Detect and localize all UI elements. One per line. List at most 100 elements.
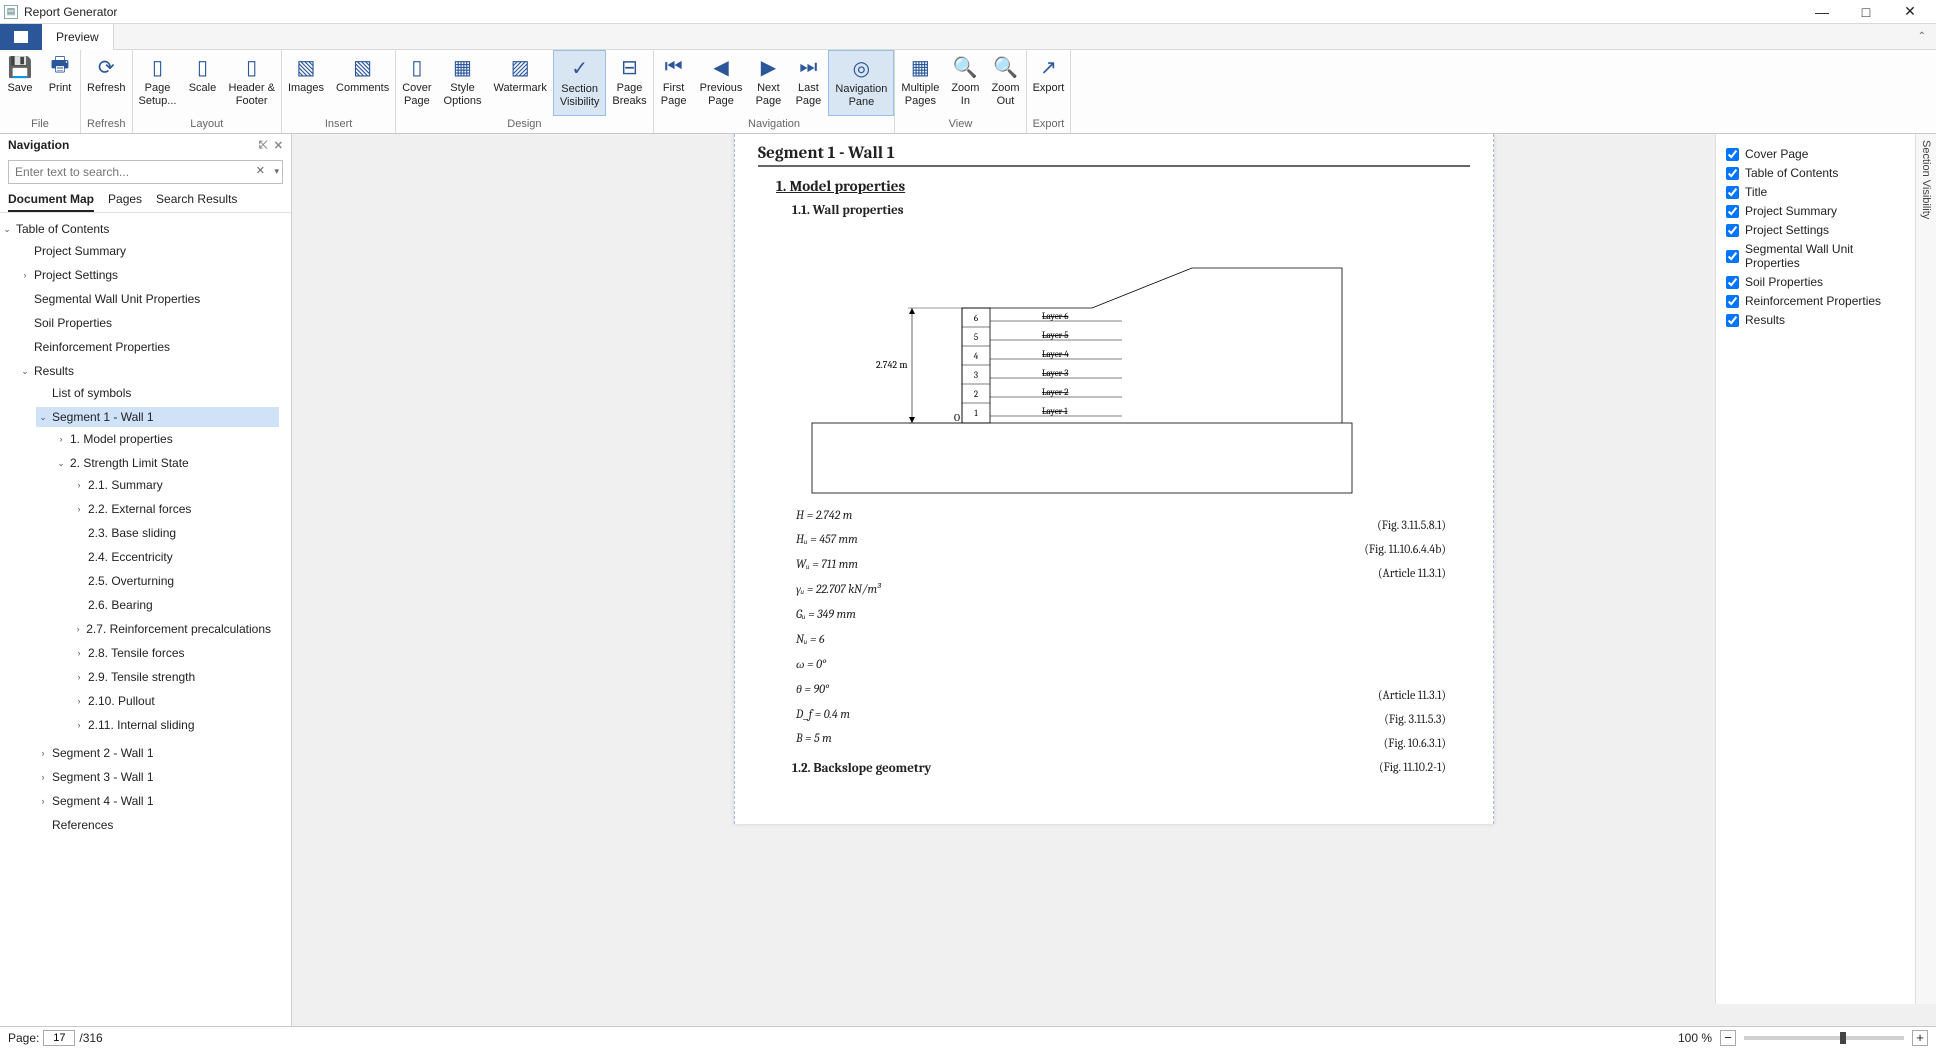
refresh-button[interactable]: ⟳Refresh	[81, 50, 132, 116]
tree-node[interactable]: ›2.9. Tensile strength	[72, 665, 275, 689]
search-input[interactable]	[8, 160, 283, 184]
page-setup-button[interactable]: ▯Page Setup...	[133, 50, 183, 116]
comments-button[interactable]: ▧Comments	[330, 50, 395, 116]
vis-reinforcement[interactable]: Reinforcement Properties	[1726, 294, 1905, 308]
next-page-icon: ▶	[754, 54, 782, 80]
svg-text:5: 5	[974, 333, 978, 343]
tree-node[interactable]: ›Segment 2 - Wall 1	[36, 741, 283, 765]
navigation-pane-button[interactable]: ◎Navigation Pane	[828, 50, 894, 116]
section-visibility-button[interactable]: ✓Section Visibility	[553, 50, 607, 116]
multiple-pages-button[interactable]: ▦Multiple Pages	[895, 50, 945, 116]
scale-button[interactable]: ▯Scale	[182, 50, 222, 116]
tree-node[interactable]: Segmental Wall Unit Properties	[18, 287, 287, 311]
refresh-icon: ⟳	[92, 54, 120, 80]
style-options-button[interactable]: ▦Style Options	[438, 50, 488, 116]
tree-node[interactable]: 2.5. Overturning	[72, 569, 275, 593]
current-page-input[interactable]	[43, 1030, 75, 1046]
close-pane-icon[interactable]: ✕	[274, 139, 283, 152]
section-visibility-tab[interactable]: Section Visibility	[1915, 134, 1936, 1004]
collapse-ribbon-button[interactable]: ⌃	[1908, 31, 1936, 42]
pin-icon[interactable]: ⤪	[259, 139, 268, 152]
svg-text:2: 2	[974, 390, 978, 400]
maximize-button[interactable]: □	[1844, 0, 1888, 24]
tree-node[interactable]: 2.6. Bearing	[72, 593, 275, 617]
tree-node[interactable]: ›2.8. Tensile forces	[72, 641, 275, 665]
tree-node[interactable]: ›1. Model properties	[54, 427, 279, 451]
zoom-out-icon: 🔍	[992, 54, 1020, 80]
vis-seg-wall-unit[interactable]: Segmental Wall Unit Properties	[1726, 242, 1905, 270]
tree-node[interactable]: ›2.2. External forces	[72, 497, 275, 521]
tree-node[interactable]: References	[36, 813, 283, 837]
zoom-increase-button[interactable]: +	[1912, 1030, 1928, 1046]
zoom-slider[interactable]	[1744, 1036, 1904, 1040]
tree-node[interactable]: ›2.7. Reinforcement precalculations	[72, 617, 275, 641]
svg-text:O: O	[954, 412, 960, 424]
group-file-label: File	[0, 116, 80, 133]
tab-preview[interactable]: Preview	[42, 24, 114, 50]
report-page: Segment 1 - Wall 1 1. Model properties 1…	[734, 134, 1494, 824]
search-dropdown-icon[interactable]: ▾	[274, 166, 279, 177]
minimize-button[interactable]: —	[1800, 0, 1844, 24]
tree-node[interactable]: ›2.11. Internal sliding	[72, 713, 275, 737]
tree-node[interactable]: ⌄Segment 1 - Wall 1›1. Model properties⌄…	[36, 405, 283, 741]
watermark-button[interactable]: ▨Watermark	[487, 50, 552, 116]
svg-text:6: 6	[974, 314, 979, 324]
last-page-button[interactable]: ⏭Last Page	[788, 50, 828, 116]
vis-title[interactable]: Title	[1726, 185, 1905, 199]
export-button[interactable]: ↗Export	[1027, 50, 1071, 116]
file-tab[interactable]	[0, 24, 42, 50]
tree-node[interactable]: 2.3. Base sliding	[72, 521, 275, 545]
print-icon: 🖶	[46, 54, 74, 80]
tree-node[interactable]: ›2.1. Summary	[72, 473, 275, 497]
tree-node[interactable]: Reinforcement Properties	[18, 335, 287, 359]
tree-node[interactable]: ⌄Table of ContentsProject Summary›Projec…	[0, 217, 291, 841]
next-page-button[interactable]: ▶Next Page	[748, 50, 788, 116]
visibility-icon: ✓	[566, 55, 594, 81]
tree-node[interactable]: Project Summary	[18, 239, 287, 263]
document-tree[interactable]: ⌄Table of ContentsProject Summary›Projec…	[0, 213, 291, 1026]
page-breaks-icon: ⊟	[616, 54, 644, 80]
print-button[interactable]: 🖶Print	[40, 50, 80, 116]
vis-soil[interactable]: Soil Properties	[1726, 275, 1905, 289]
tree-node[interactable]: ⌄ResultsList of symbols⌄Segment 1 - Wall…	[18, 359, 287, 839]
tree-node[interactable]: ›Segment 4 - Wall 1	[36, 789, 283, 813]
vis-toc[interactable]: Table of Contents	[1726, 166, 1905, 180]
tree-node[interactable]: Soil Properties	[18, 311, 287, 335]
vis-results[interactable]: Results	[1726, 313, 1905, 327]
svg-text:4: 4	[974, 352, 979, 362]
tree-node[interactable]: ›Segment 3 - Wall 1	[36, 765, 283, 789]
tab-document-map[interactable]: Document Map	[8, 188, 94, 212]
tree-node[interactable]: 2.4. Eccentricity	[72, 545, 275, 569]
vis-project-settings[interactable]: Project Settings	[1726, 223, 1905, 237]
previous-page-button[interactable]: ◀Previous Page	[694, 50, 749, 116]
header-footer-icon: ▯	[238, 54, 266, 80]
segment-title: Segment 1 - Wall 1	[758, 144, 1470, 167]
cover-page-button[interactable]: ▯Cover Page	[396, 50, 437, 116]
first-page-button[interactable]: ⏮First Page	[654, 50, 694, 116]
zoom-out-button[interactable]: 🔍Zoom Out	[985, 50, 1025, 116]
document-area[interactable]: Segment 1 - Wall 1 1. Model properties 1…	[292, 134, 1936, 1026]
watermark-icon: ▨	[506, 54, 534, 80]
vis-cover-page[interactable]: Cover Page	[1726, 147, 1905, 161]
page-breaks-button[interactable]: ⊟Page Breaks	[606, 50, 652, 116]
header-footer-button[interactable]: ▯Header & Footer	[222, 50, 280, 116]
total-pages: 316	[83, 1031, 103, 1045]
tab-search-results[interactable]: Search Results	[156, 188, 237, 212]
tree-node[interactable]: ›2.10. Pullout	[72, 689, 275, 713]
group-insert-label: Insert	[282, 116, 395, 133]
zoom-in-button[interactable]: 🔍Zoom In	[945, 50, 985, 116]
vis-project-summary[interactable]: Project Summary	[1726, 204, 1905, 218]
clear-search-icon[interactable]: ✕	[256, 164, 265, 177]
zoom-decrease-button[interactable]: −	[1720, 1030, 1736, 1046]
tree-node[interactable]: ›Project Settings	[18, 263, 287, 287]
first-page-icon: ⏮	[660, 54, 688, 80]
titlebar: ▤ Report Generator — □ ✕	[0, 0, 1936, 24]
app-icon: ▤	[4, 5, 18, 19]
tab-pages[interactable]: Pages	[108, 188, 142, 212]
images-button[interactable]: ▧Images	[282, 50, 330, 116]
close-button[interactable]: ✕	[1888, 0, 1932, 24]
comments-icon: ▧	[349, 54, 377, 80]
tree-node[interactable]: List of symbols	[36, 381, 283, 405]
tree-node[interactable]: ⌄2. Strength Limit State›2.1. Summary›2.…	[54, 451, 279, 739]
save-button[interactable]: 💾Save	[0, 50, 40, 116]
